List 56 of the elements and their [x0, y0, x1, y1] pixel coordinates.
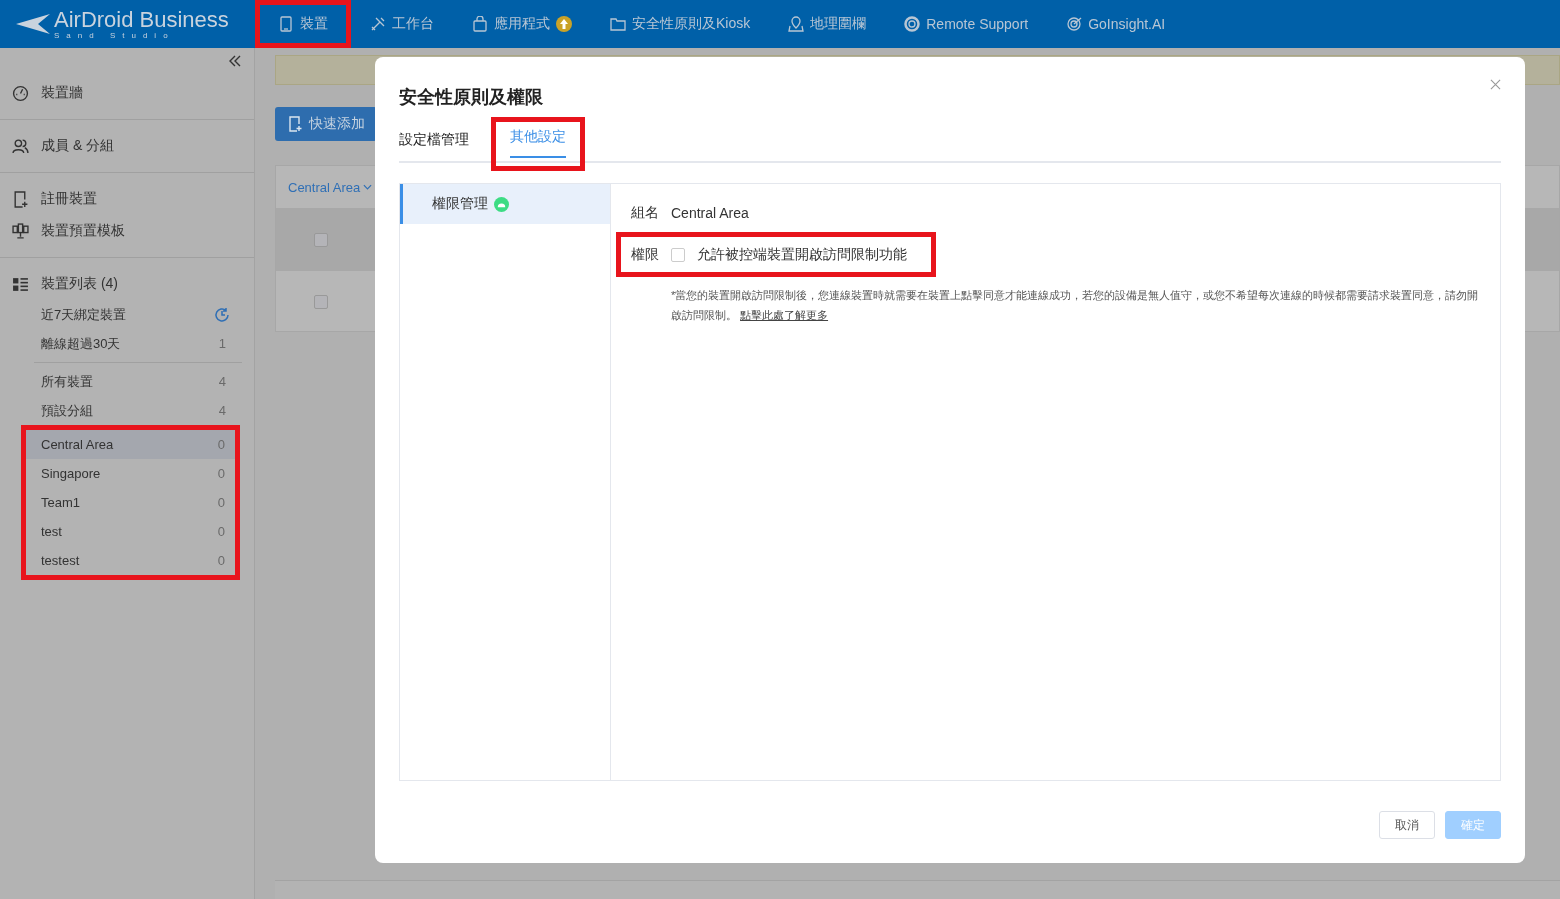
filter-item[interactable]: 離線超過30天 1	[0, 329, 254, 358]
nav-tab[interactable]: 應用程式	[458, 9, 586, 39]
nav-tab[interactable]: 地理圍欄	[774, 9, 881, 39]
note-text: *當您的裝置開啟訪問限制後，您連線裝置時就需要在裝置上點擊同意才能連線成功，若您的設備是無人值守，或您不希望每次連線的時候都需要請求裝置同意，請勿開啟訪問限制。 點擊此處了解更多	[671, 288, 1480, 323]
folder-icon	[610, 16, 626, 32]
group-item[interactable]: testest 0	[26, 546, 235, 575]
logo-icon	[16, 12, 52, 36]
chevron-down-icon	[363, 184, 373, 190]
menu-item[interactable]: 權限管理	[400, 184, 610, 224]
bag-icon	[472, 16, 488, 32]
learn-more-link[interactable]: 點擊此處了解更多	[740, 309, 829, 321]
field-label: 組名	[631, 204, 659, 222]
tab[interactable]: 設定檔管理	[399, 131, 469, 161]
dashboard-icon	[12, 84, 29, 102]
sidebar-item[interactable]: 成員 & 分組	[0, 130, 254, 162]
sidebar-item[interactable]: 裝置預置模板	[0, 215, 254, 247]
map-icon	[788, 16, 805, 32]
group-item[interactable]: Central Area 0	[26, 430, 235, 459]
nav-tab[interactable]: GoInsight.AI	[1052, 10, 1180, 38]
sidebar-item[interactable]: 裝置列表 (4)	[0, 268, 254, 300]
field-label: 權限	[631, 245, 659, 264]
checkbox[interactable]	[671, 247, 685, 262]
register-icon	[12, 190, 29, 208]
lifebuoy-icon	[904, 16, 921, 32]
template-icon	[12, 222, 29, 240]
tablet-icon	[278, 16, 294, 32]
target-icon	[1066, 16, 1083, 32]
users-icon	[12, 137, 29, 155]
tab[interactable]: 其他設定	[510, 128, 566, 158]
clock-icon	[214, 306, 230, 323]
checkbox[interactable]	[314, 294, 328, 309]
checkbox-label: 允許被控端裝置開啟訪問限制功能	[697, 245, 907, 264]
filter-item[interactable]: 近7天綁定裝置	[0, 300, 254, 329]
tools-icon	[370, 16, 386, 32]
collapse-icon[interactable]	[228, 55, 242, 67]
sidebar-item[interactable]: 註冊裝置	[0, 183, 254, 215]
group-item[interactable]: test 0	[26, 517, 235, 546]
android-icon	[494, 196, 509, 212]
list-icon	[12, 275, 29, 293]
quick-add-button[interactable]: 快速添加	[275, 107, 377, 141]
cancel-button[interactable]: 取消	[1379, 811, 1435, 839]
checkbox[interactable]	[314, 232, 328, 247]
logo-text: AirDroid Business	[54, 8, 229, 31]
add-device-icon	[287, 116, 303, 132]
nav-tab[interactable]: 工作台	[356, 9, 448, 39]
sidebar-item[interactable]: 裝置牆	[0, 77, 254, 109]
group-item[interactable]: 預設分組 4	[0, 396, 254, 425]
field-value: Central Area	[671, 205, 749, 221]
logo-subtitle: Sand Studio	[54, 31, 176, 40]
group-item[interactable]: Singapore 0	[26, 459, 235, 488]
group-item[interactable]: Team1 0	[26, 488, 235, 517]
nav-tab[interactable]: Remote Support	[890, 10, 1043, 38]
close-icon[interactable]	[1490, 79, 1501, 90]
dialog-title: 安全性原則及權限	[399, 86, 543, 109]
nav-tab[interactable]: 安全性原則及Kiosk	[596, 9, 765, 39]
group-item[interactable]: 所有裝置 4	[0, 367, 254, 396]
